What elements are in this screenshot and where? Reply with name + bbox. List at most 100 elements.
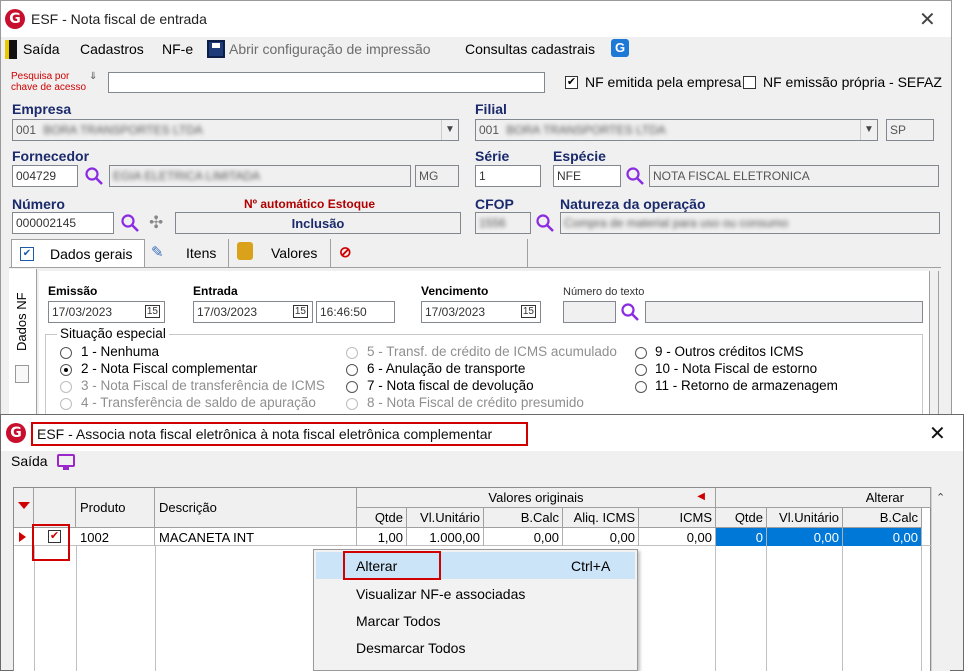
situacao-option-6: 6 - Anulação de transporte	[367, 361, 526, 376]
menu-item-marcar-todos[interactable]: Marcar Todos	[316, 607, 635, 634]
entrada-label: Entrada	[193, 284, 238, 298]
search-icon[interactable]	[120, 213, 140, 233]
tab-valores[interactable]: Valores	[231, 239, 331, 267]
search-icon[interactable]	[535, 213, 555, 233]
tab-extra[interactable]: ⊘	[333, 239, 528, 267]
header-alt-qtde[interactable]: Qtde	[716, 508, 767, 528]
radio-situacao-10[interactable]	[635, 364, 647, 376]
nf-emitida-label: NF emitida pela empresa	[585, 74, 742, 90]
tab-itens[interactable]: ✎ Itens	[145, 239, 229, 267]
context-menu: Alterar Ctrl+A Visualizar NF-e associada…	[313, 549, 638, 671]
situacao-option-10: 10 - Nota Fiscal de estorno	[655, 361, 818, 376]
radio-situacao-5[interactable]	[346, 347, 358, 359]
slash-icon: ⊘	[339, 244, 352, 261]
empresa-select[interactable]: 001 BORA TRANSPORTES LTDA ▼	[12, 119, 459, 141]
col-line	[842, 546, 843, 671]
radio-situacao-3[interactable]	[60, 381, 72, 393]
cell-bcalc: 0,00	[484, 528, 563, 546]
close-icon[interactable]: ✕	[919, 7, 936, 31]
collapse-left-icon[interactable]: ◀	[697, 491, 705, 502]
col-line	[155, 546, 156, 671]
plus-icon[interactable]: ✣	[149, 213, 163, 233]
consulta-g-icon[interactable]: G	[611, 39, 629, 57]
fornecedor-code-input[interactable]: 004729	[12, 165, 78, 187]
close-icon[interactable]: ✕	[929, 421, 946, 445]
menu-item-desmarcar-todos[interactable]: Desmarcar Todos	[316, 634, 635, 661]
situacao-option-4: 4 - Transferência de saldo de apuração	[81, 395, 316, 410]
menu-saida[interactable]: Saída	[23, 41, 60, 57]
vertical-scrollbar[interactable]: ⌃	[931, 487, 950, 671]
emissao-input[interactable]: 17/03/2023 15	[48, 301, 165, 323]
situacao-option-2: 2 - Nota Fiscal complementar	[81, 361, 258, 376]
cell-alt-qtde[interactable]: 0	[716, 528, 767, 546]
entrada-input[interactable]: 17/03/2023 15	[193, 301, 313, 323]
chevron-up-icon[interactable]: ⌃	[936, 491, 945, 504]
nf-propria-checkbox[interactable]	[743, 76, 756, 89]
cfop-input[interactable]: 1556	[475, 212, 531, 234]
radio-situacao-8[interactable]	[346, 398, 358, 410]
entrada-time-input[interactable]: 16:46:50	[316, 301, 395, 323]
monitor-icon[interactable]	[57, 454, 75, 470]
radio-situacao-7[interactable]	[346, 381, 358, 393]
modo-inclusao: Inclusão	[175, 212, 461, 234]
filial-label: Filial	[475, 101, 507, 117]
header-alt-bcalc[interactable]: B.Calc	[843, 508, 922, 528]
title-bar: G ESF - Nota fiscal de entrada ✕	[1, 1, 951, 37]
filial-name: BORA TRANSPORTES LTDA	[506, 123, 666, 137]
search-icon[interactable]	[625, 166, 645, 186]
radio-situacao-2[interactable]	[60, 364, 72, 376]
numero-input[interactable]: 000002145	[12, 212, 114, 234]
nf-emitida-checkbox[interactable]: ✔	[565, 76, 578, 89]
header-group-alterar: Alterar	[716, 488, 931, 508]
fornecedor-uf: MG	[415, 165, 459, 187]
grid-check-header[interactable]	[34, 488, 76, 528]
search-icon[interactable]	[620, 302, 640, 322]
nf-propria-label: NF emissão própria - SEFAZ	[763, 74, 942, 90]
app-logo-icon: G	[5, 9, 25, 29]
menu-abrir-configuracao[interactable]: Abrir configuração de impressão	[229, 41, 431, 57]
header-descricao[interactable]: Descrição	[155, 488, 357, 528]
cell-alt-bcalc[interactable]: 0,00	[843, 528, 922, 546]
header-icms[interactable]: ICMS	[639, 508, 716, 528]
chevron-down-icon[interactable]: ▼	[441, 120, 458, 140]
search-icon[interactable]	[84, 166, 104, 186]
menu-nfe[interactable]: NF-e	[162, 41, 193, 57]
radio-situacao-6[interactable]	[346, 364, 358, 376]
vencimento-label: Vencimento	[421, 284, 489, 298]
fornecedor-label: Fornecedor	[12, 148, 90, 164]
chevron-down-icon[interactable]: ▼	[860, 120, 877, 140]
especie-desc: NOTA FISCAL ELETRONICA	[649, 165, 939, 187]
menu-item-alterar-shortcut: Ctrl+A	[571, 558, 611, 574]
col-line	[715, 546, 716, 671]
cell-alt-vl-unitario[interactable]: 0,00	[767, 528, 843, 546]
radio-situacao-11[interactable]	[635, 381, 647, 393]
header-aliq-icms[interactable]: Aliq. ICMS	[563, 508, 639, 528]
filial-uf: SP	[886, 119, 934, 141]
header-group-valores-originais: Valores originais ◀	[357, 488, 716, 508]
tab-itens-label: Itens	[186, 245, 217, 261]
header-vl-unitario[interactable]: Vl.Unitário	[407, 508, 484, 528]
radio-situacao-9[interactable]	[635, 347, 647, 359]
table-row[interactable]: ✔ 1002 MACANETA INT 1,00 1.000,00 0,00 0…	[14, 528, 931, 546]
natureza-input: Compra de material para uso ou consumo	[560, 212, 940, 234]
situacao-option-8: 8 - Nota Fiscal de crédito presumido	[367, 395, 584, 410]
header-alt-vl-unitario[interactable]: Vl.Unitário	[767, 508, 843, 528]
menu-consultas-cadastrais[interactable]: Consultas cadastrais	[465, 41, 595, 57]
header-qtde[interactable]: Qtde	[357, 508, 407, 528]
menu-cadastros[interactable]: Cadastros	[80, 41, 144, 57]
especie-code-input[interactable]: NFE	[553, 165, 621, 187]
radio-situacao-4[interactable]	[60, 398, 72, 410]
vencimento-input[interactable]: 17/03/2023 15	[421, 301, 541, 323]
numero-texto-input[interactable]	[563, 301, 616, 323]
dialog-saida-button[interactable]: Saída	[11, 453, 48, 469]
serie-input[interactable]: 1	[475, 165, 541, 187]
menu-item-visualizar[interactable]: Visualizar NF-e associadas	[316, 580, 635, 607]
header-bcalc[interactable]: B.Calc	[484, 508, 563, 528]
chave-acesso-input[interactable]	[108, 72, 545, 93]
filial-select[interactable]: 001 BORA TRANSPORTES LTDA ▼	[475, 119, 878, 141]
tab-dados-gerais[interactable]: ✔ Dados gerais	[11, 239, 145, 267]
side-tab-dados-nf[interactable]: Dados NF	[14, 292, 29, 351]
right-scroll-edge[interactable]	[929, 271, 939, 415]
radio-situacao-1[interactable]	[60, 347, 72, 359]
header-produto[interactable]: Produto	[76, 488, 155, 528]
